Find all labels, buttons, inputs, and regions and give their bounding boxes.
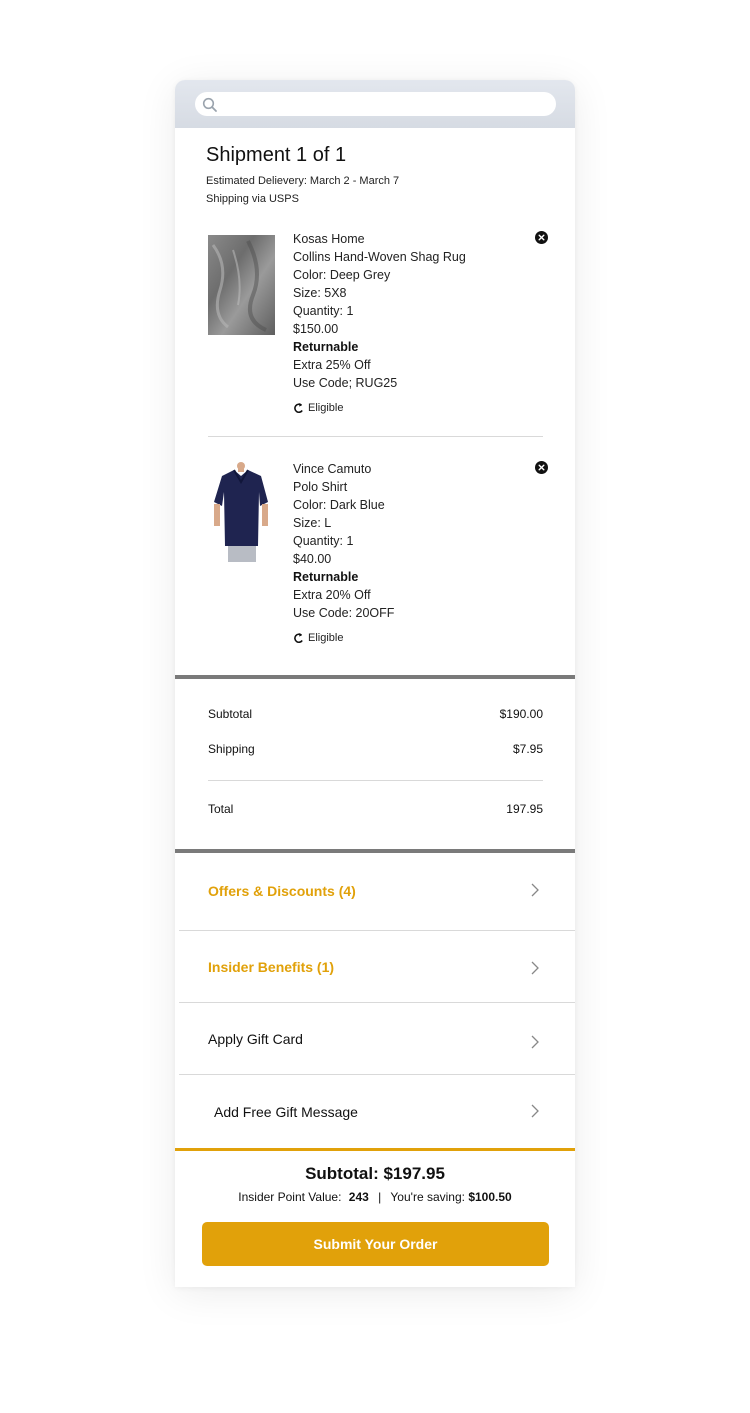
item-returnable: Returnable xyxy=(293,340,359,354)
item-price: $150.00 xyxy=(293,322,339,336)
checkout-card: Shipment 1 of 1 Estimated Delievery: Mar… xyxy=(175,80,575,1287)
saving-label: You're saving: xyxy=(390,1190,465,1204)
item-details: Kosas Home Collins Hand-Woven Shag Rug C… xyxy=(293,230,466,416)
search-icon xyxy=(202,97,217,112)
item-brand: Kosas Home xyxy=(293,232,365,246)
item-quantity: Quantity: 1 xyxy=(293,534,354,548)
subtotal-label: Subtotal xyxy=(208,707,253,721)
chevron-right-icon xyxy=(531,1104,539,1118)
search-input[interactable] xyxy=(195,92,556,116)
shipment-title: Shipment 1 of 1 xyxy=(206,144,347,166)
item-color: Color: Dark Blue xyxy=(293,498,385,512)
item-returnable: Returnable xyxy=(293,570,359,584)
remove-item-icon[interactable] xyxy=(535,461,548,474)
item-brand: Vince Camuto xyxy=(293,462,372,476)
item-code: Use Code; RUG25 xyxy=(293,376,398,390)
insider-points-value: 243 xyxy=(348,1190,369,1204)
footer-accent-line xyxy=(175,1148,575,1151)
subtotal-value: $190.00 xyxy=(499,707,543,721)
eligible-badge: Eligible xyxy=(293,400,466,416)
total-row: Total 197.95 xyxy=(208,802,543,816)
estimated-delivery: Estimated Delievery: March 2 - March 7 xyxy=(206,175,400,187)
total-label: Total xyxy=(208,802,234,816)
insider-label: Insider Benefits (1) xyxy=(208,959,335,975)
gift-message-row[interactable]: Add Free Gift Message xyxy=(175,1075,575,1148)
rug-image xyxy=(208,235,275,335)
polo-shirt-image xyxy=(208,462,275,562)
remove-item-icon[interactable] xyxy=(535,231,548,244)
chevron-right-icon xyxy=(531,883,539,897)
eligible-label: Eligible xyxy=(308,402,344,414)
chevron-right-icon xyxy=(531,961,539,975)
apply-gift-card-row[interactable]: Apply Gift Card xyxy=(175,1003,575,1074)
eligible-badge: Eligible xyxy=(293,630,394,646)
shipping-row: Shipping $7.95 xyxy=(208,742,543,756)
refresh-icon xyxy=(294,632,303,643)
item-details: Vince Camuto Polo Shirt Color: Dark Blue… xyxy=(293,460,394,646)
shipping-label: Shipping xyxy=(208,742,255,756)
subtotal-row: Subtotal $190.00 xyxy=(208,707,543,721)
submit-order-button[interactable]: Submit Your Order xyxy=(202,1222,549,1266)
summary-divider xyxy=(208,780,543,781)
item-offer: Extra 20% Off xyxy=(293,588,371,602)
shipping-method: Shipping via USPS xyxy=(206,193,299,205)
insider-points-label: Insider Point Value: xyxy=(238,1190,342,1204)
item-color: Color: Deep Grey xyxy=(293,268,391,282)
total-value: 197.95 xyxy=(506,802,543,816)
separator: | xyxy=(378,1190,382,1204)
shipping-value: $7.95 xyxy=(512,742,543,756)
item-code: Use Code: 20OFF xyxy=(293,606,395,620)
offers-label: Offers & Discounts (4) xyxy=(208,883,356,899)
item-size: Size: L xyxy=(293,516,332,530)
footer-subtotal: Subtotal: $197.95 xyxy=(305,1164,445,1183)
refresh-icon xyxy=(294,402,303,413)
gift-message-label: Add Free Gift Message xyxy=(214,1104,358,1120)
item-name: Polo Shirt xyxy=(293,480,348,494)
item-offer: Extra 25% Off xyxy=(293,358,371,372)
insider-savings-line: Insider Point Value: 243 | You're saving… xyxy=(175,1190,575,1204)
insider-benefits-row[interactable]: Insider Benefits (1) xyxy=(175,931,575,1002)
gift-card-label: Apply Gift Card xyxy=(208,1031,303,1047)
offers-discounts-row[interactable]: Offers & Discounts (4) xyxy=(175,853,575,930)
saving-value: $100.50 xyxy=(468,1190,512,1204)
item-name: Collins Hand-Woven Shag Rug xyxy=(293,250,466,264)
eligible-label: Eligible xyxy=(308,632,344,644)
search-bar xyxy=(175,80,575,128)
item-price: $40.00 xyxy=(293,552,332,566)
item-quantity: Quantity: 1 xyxy=(293,304,354,318)
item-size: Size: 5X8 xyxy=(293,286,347,300)
item-divider xyxy=(208,436,543,437)
section-divider xyxy=(175,675,575,679)
chevron-right-icon xyxy=(531,1035,539,1049)
